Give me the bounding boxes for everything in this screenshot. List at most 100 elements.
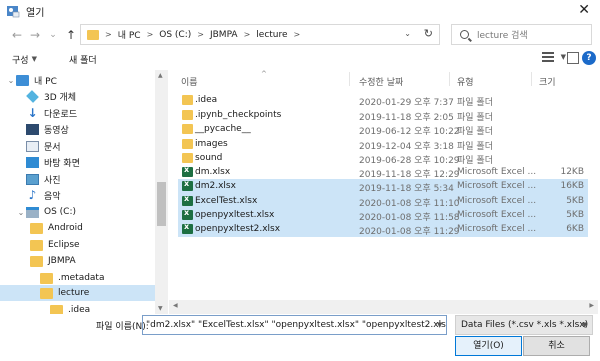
sidebar-item-3d-objects[interactable]: 3D 개체 [26,88,155,104]
folder-icon [40,287,53,299]
sidebar-item-android[interactable]: Android [30,220,155,236]
preview-pane-icon[interactable] [567,52,579,64]
sidebar-item-label: 내 PC [34,76,57,87]
close-icon[interactable]: ✕ [578,2,590,18]
sidebar-item-label: 동영상 [44,125,69,136]
cancel-button[interactable]: 취소 [523,336,590,356]
breadcrumb-separator: > [293,30,301,39]
breadcrumb-lecture[interactable]: lecture [256,30,287,40]
breadcrumb-separator: > [105,30,112,39]
sidebar-item-eclipse[interactable]: Eclipse [30,237,155,253]
sidebar-item-label: 음악 [44,191,61,202]
sidebar-item-jbmpa[interactable]: JBMPA [30,253,155,269]
up-arrow-icon[interactable]: ↑ [62,28,80,42]
file-type: 파일 폴더 [457,127,493,137]
scroll-left-icon[interactable]: ◀ [173,302,178,309]
file-row[interactable]: images 2019-12-04 오후 3:18 파일 폴더 [178,137,588,152]
scroll-down-icon[interactable]: ▼ [158,305,163,312]
column-date[interactable]: 수정한 날짜 [359,75,403,88]
column-type[interactable]: 유형 [457,75,474,88]
chevron-down-icon[interactable]: ⌄ [404,29,411,38]
column-divider[interactable] [449,72,450,86]
sidebar-item-desktop[interactable]: 바탕 화면 [26,154,155,170]
search-input[interactable]: lecture 검색 [451,24,592,45]
file-row[interactable]: .idea 2020-01-29 오후 7:37 파일 폴더 [178,93,588,108]
sidebar-item-label: 사진 [44,175,61,186]
open-button[interactable]: 열기(O) [455,336,522,356]
sidebar-item-metadata[interactable]: .metadata [40,270,155,286]
sidebar-item-label: OS (C:) [44,207,76,217]
column-divider[interactable] [531,72,532,86]
file-row[interactable]: __pycache__ 2019-06-12 오후 10:22 파일 폴더 [178,122,588,137]
breadcrumb-jbmpa[interactable]: JBMPA [210,30,238,40]
file-row[interactable]: sound 2019-06-28 오후 10:29 파일 폴더 [178,151,588,166]
sidebar-item-os-drive[interactable]: ⌄ OS (C:) [16,204,155,220]
file-row[interactable]: ExcelTest.xlsx 2020-01-08 오후 11:10 Micro… [178,194,588,209]
sidebar-item-downloads[interactable]: ↓ 다운로드 [26,105,155,121]
excel-file-icon [182,222,193,234]
breadcrumb-separator: > [197,30,204,39]
file-row[interactable]: .ipynb_checkpoints 2019-11-18 오후 2:05 파일… [178,108,588,123]
sidebar-item-label: lecture [58,288,90,298]
view-options-icon[interactable] [542,52,554,64]
file-row[interactable]: dm.xlsx 2019-11-18 오후 12:29 Microsoft Ex… [178,165,588,180]
folder-icon [40,272,53,284]
chevron-down-icon[interactable]: ▼ [561,53,566,61]
computer-icon [16,74,29,86]
folder-icon [182,95,193,105]
back-arrow-icon[interactable]: ← [8,28,26,42]
organize-button[interactable]: 구성 [12,53,29,66]
recent-locations-icon[interactable]: ⌄ [44,30,62,40]
scroll-up-icon[interactable]: ▲ [158,72,163,79]
file-date: 2019-11-18 오후 5:34 [359,184,454,194]
file-date: 2020-01-29 오후 7:37 [359,98,454,108]
file-type-filter[interactable]: Data Files (*.csv *.xls *.xlsx) [455,315,593,335]
column-name[interactable]: 이름 [181,75,198,88]
column-size[interactable]: 크기 [539,75,556,88]
sidebar-item-videos[interactable]: 동영상 [26,121,155,137]
sidebar-item-label: JBMPA [48,256,76,266]
sidebar-item-documents[interactable]: 문서 [26,138,155,154]
column-header: ^ 이름 수정한 날짜 유형 크기 [169,70,598,88]
scroll-right-icon[interactable]: ▶ [589,302,594,309]
sidebar-item-label: 3D 개체 [44,92,77,103]
column-divider[interactable] [349,72,350,86]
sidebar-item-pictures[interactable]: 사진 [26,171,155,187]
breadcrumb-pc[interactable]: 내 PC [118,28,141,41]
scrollbar-thumb[interactable] [157,182,166,226]
file-name: __pycache__ [195,124,251,134]
file-row[interactable]: openpyxltest.xlsx 2020-01-08 오후 11:58 Mi… [178,208,588,223]
search-placeholder: lecture 검색 [477,31,528,41]
sidebar-scrollbar[interactable]: ▲ ▼ [155,70,168,314]
horizontal-scrollbar[interactable]: ◀ ▶ [169,300,598,314]
filename-label: 파일 이름(N): [96,322,149,332]
collapse-icon[interactable]: ⌄ [6,76,16,85]
file-row[interactable]: openpyxltest2.xlsx 2020-01-08 오후 11:29 M… [178,222,588,237]
sidebar-item-lecture[interactable]: lecture [0,285,155,301]
file-type: Microsoft Excel ... [457,210,537,220]
file-size: 6KB [566,224,584,234]
sidebar-item-label: .idea [68,305,91,314]
sidebar-item-label: 바탕 화면 [44,158,80,169]
collapse-icon[interactable]: ⌄ [16,208,26,217]
folder-icon [182,124,193,134]
file-size: 16KB [560,181,584,191]
file-name: .idea [195,95,218,105]
help-icon[interactable]: ? [582,51,596,65]
sidebar-item-this-pc[interactable]: ⌄ 내 PC [0,72,155,88]
new-folder-button[interactable]: 새 폴더 [69,53,97,66]
navigation-pane: ⌄ 내 PC 3D 개체 ↓ 다운로드 동영상 문서 바탕 화면 사진 ♪ 음악… [0,70,168,314]
chevron-down-icon[interactable]: ▼ [437,321,442,329]
file-name: images [195,139,228,149]
address-bar[interactable]: > 내 PC > OS (C:) > JBMPA > lecture > ⌄ ↻ [80,24,440,45]
forward-arrow-icon[interactable]: → [26,28,44,42]
filename-input[interactable]: "dm2.xlsx" "ExcelTest.xlsx" "openpyxltes… [142,315,447,335]
sidebar-item-music[interactable]: ♪ 음악 [26,187,155,203]
refresh-icon[interactable]: ↻ [424,27,433,40]
chevron-down-icon[interactable]: ▼ [582,321,587,329]
file-row[interactable]: dm2.xlsx 2019-11-18 오후 5:34 Microsoft Ex… [178,179,588,194]
breadcrumb-drive[interactable]: OS (C:) [159,30,191,40]
window-title: 열기 [26,7,45,19]
sidebar-item-idea[interactable]: .idea [50,302,155,314]
excel-file-icon [182,179,193,191]
